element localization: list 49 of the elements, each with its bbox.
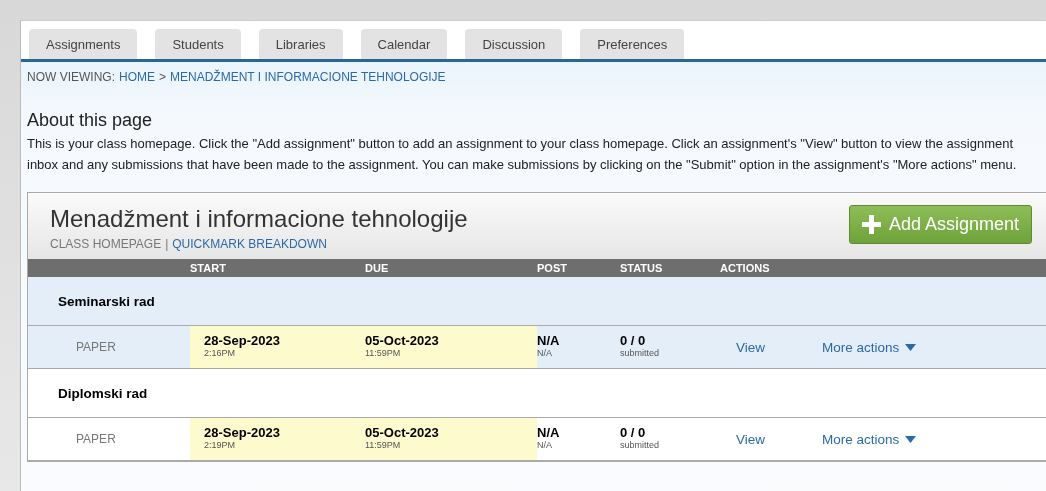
about-text: This is your class homepage. Click the "Add assignment" button to add an assignment to your class homepage. Click an assignment's "View" button to view the assignment inbox and any submissions that have been made to the assignment. You can make submissions by clicking on the "Submit" option in the assignment's "More actions" menu. <box>27 135 1018 174</box>
column-header: ACTIONS <box>720 262 771 274</box>
nav-tab[interactable]: Libraries <box>258 29 343 59</box>
column-header: STATUS <box>620 262 664 274</box>
nav-tab[interactable]: Assignments <box>29 29 138 59</box>
class-title: Menadžment i informacione tehnologije <box>50 205 468 233</box>
caret-icon <box>905 343 917 351</box>
assignment-title: Diplomski rad <box>58 385 148 401</box>
column-header: START <box>190 262 227 274</box>
assignment-type: PAPER <box>75 432 117 446</box>
nav-tab[interactable]: Preferences <box>580 29 685 59</box>
assignment-type: PAPER <box>75 340 117 354</box>
post-date: N/A <box>537 427 561 439</box>
column-header: POST <box>537 262 568 274</box>
submission-label: submitted <box>620 347 661 359</box>
plus-icon <box>861 215 881 234</box>
subnav-current: CLASS HOMEPAGE <box>50 237 162 251</box>
start-date: 28-Sep-2023 <box>204 335 281 347</box>
nav-tab[interactable]: Discussion <box>465 29 563 59</box>
submission-label: submitted <box>620 439 661 451</box>
due-time: 11:59PM <box>365 347 402 359</box>
submission-count: 0 / 0 <box>620 427 647 439</box>
view-link[interactable]: View <box>720 431 810 447</box>
assignment-title-row[interactable]: Seminarski rad <box>28 277 1046 326</box>
breadcrumb-label: NOW VIEWING: <box>27 70 115 84</box>
post-time: N/A <box>537 439 553 451</box>
breadcrumb-link[interactable]: HOME <box>119 70 155 84</box>
caret-icon <box>905 435 917 443</box>
subnav-link[interactable]: QUICKMARK BREAKDOWN <box>172 237 327 251</box>
nav-tab[interactable]: Calendar <box>360 29 448 59</box>
more-actions-dropdown[interactable]: More actions <box>822 431 917 447</box>
view-link[interactable]: View <box>720 339 810 355</box>
post-date: N/A <box>537 335 561 347</box>
start-time: 2:19PM <box>204 440 237 451</box>
assignment-title: Seminarski rad <box>58 293 155 309</box>
more-actions-dropdown[interactable]: More actions <box>822 339 917 355</box>
breadcrumb-separator: > <box>159 70 166 84</box>
due-date: 05-Oct-2023 <box>365 335 440 347</box>
column-header: DUE <box>365 262 390 274</box>
about-title: About this page <box>27 110 154 131</box>
start-time: 2:16PM <box>204 348 237 359</box>
breadcrumb-link[interactable]: MENADŽMENT I INFORMACIONE TEHNOLOGIJE <box>170 70 446 84</box>
nav-tab[interactable]: Students <box>155 29 241 59</box>
start-date: 28-Sep-2023 <box>204 427 281 439</box>
post-time: N/A <box>537 347 553 359</box>
submission-count: 0 / 0 <box>620 335 647 347</box>
subnav-separator: | <box>165 237 169 251</box>
due-time: 11:59PM <box>365 439 402 451</box>
due-date: 05-Oct-2023 <box>365 427 440 439</box>
